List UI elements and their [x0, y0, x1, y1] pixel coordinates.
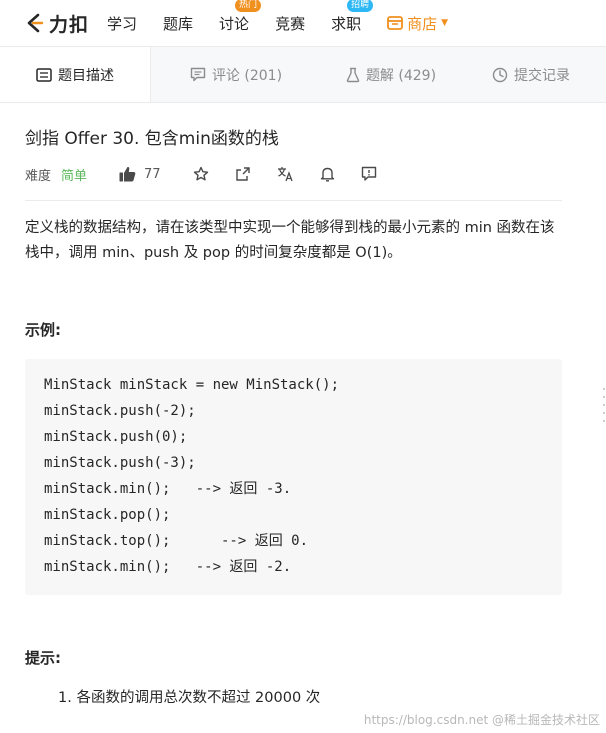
share-icon — [235, 167, 250, 181]
translate-icon — [277, 167, 293, 182]
tab-comments[interactable]: 评论 (201) — [151, 47, 321, 102]
bell-icon — [320, 167, 334, 182]
feedback-icon — [361, 166, 376, 181]
tab-bar: 题目描述 评论 (201) 题解 (429) 提交记录 — [0, 47, 606, 103]
favorite-button[interactable] — [193, 166, 209, 182]
code-line: minStack.top(); --> 返回 0. — [44, 533, 309, 549]
nav-item-shop[interactable]: 商店 ▼ — [387, 13, 448, 34]
clock-icon — [492, 67, 508, 82]
code-line: minStack.min(); --> 返回 -3. — [44, 481, 292, 497]
logo[interactable]: 力扣 — [24, 10, 89, 37]
nav-item-contest[interactable]: 竞赛 — [275, 13, 305, 34]
watermark: https://blog.csdn.net @稀土掘金技术社区 — [363, 713, 600, 727]
shop-icon — [387, 16, 403, 30]
thumbs-up-icon — [119, 166, 136, 182]
logo-text: 力扣 — [49, 13, 90, 36]
description-icon — [36, 67, 52, 82]
share-button[interactable] — [235, 166, 251, 182]
code-line: minStack.pop(); — [44, 507, 171, 523]
problem-title: 剑指 Offer 30. 包含min函数的栈 — [25, 129, 279, 149]
difficulty-label: 难度 — [25, 168, 52, 184]
translate-button[interactable] — [277, 166, 294, 182]
hint-item: 1. 各函数的调用总次数不超过 20000 次 — [58, 690, 321, 706]
divider — [25, 200, 562, 201]
nav-item-learn[interactable]: 学习 — [107, 13, 137, 34]
resize-handle-icon[interactable] — [602, 385, 606, 425]
tab-solutions[interactable]: 题解 (429) — [321, 47, 461, 102]
hint-heading: 提示: — [25, 649, 61, 667]
code-line: minStack.min(); --> 返回 -2. — [44, 559, 292, 575]
problem-content: 剑指 Offer 30. 包含min函数的栈 难度 简单 77 定义栈的数据结构… — [0, 124, 606, 707]
nav-item-jobs[interactable]: 求职 招聘 — [331, 0, 374, 34]
nav-item-discuss[interactable]: 讨论 热门 — [219, 0, 262, 34]
subscribe-button[interactable] — [320, 166, 335, 182]
code-line: minStack.push(0); — [44, 429, 188, 445]
like-count: 77 — [144, 166, 161, 182]
example-code-block: MinStack minStack = new MinStack(); minSt… — [25, 359, 562, 595]
feedback-button[interactable] — [361, 166, 377, 182]
top-nav: 力扣 学习 题库 讨论 热门 竞赛 求职 招聘 商店 ▼ — [0, 0, 606, 47]
code-line: minStack.push(-2); — [44, 403, 196, 419]
like-button[interactable]: 77 — [119, 166, 161, 182]
recruit-badge: 招聘 — [347, 0, 374, 12]
nav-item-problems[interactable]: 题库 — [163, 13, 193, 34]
leetcode-logo-icon — [27, 13, 44, 33]
problem-meta: 难度 简单 77 — [25, 163, 562, 185]
code-line: minStack.push(-3); — [44, 455, 196, 471]
flask-icon — [346, 67, 360, 82]
hot-badge: 热门 — [235, 0, 262, 12]
caret-down-icon: ▼ — [441, 18, 449, 28]
comment-icon — [190, 67, 206, 82]
tab-description[interactable]: 题目描述 — [0, 47, 151, 102]
problem-description: 定义栈的数据结构，请在该类型中实现一个能够得到栈的最小元素的 min 函数在该栈… — [25, 220, 555, 261]
star-icon — [193, 166, 208, 181]
difficulty-badge: 简单 — [61, 168, 88, 184]
example-heading: 示例: — [25, 321, 61, 339]
code-line: MinStack minStack = new MinStack(); — [44, 377, 340, 393]
tab-submissions[interactable]: 提交记录 — [461, 47, 601, 102]
